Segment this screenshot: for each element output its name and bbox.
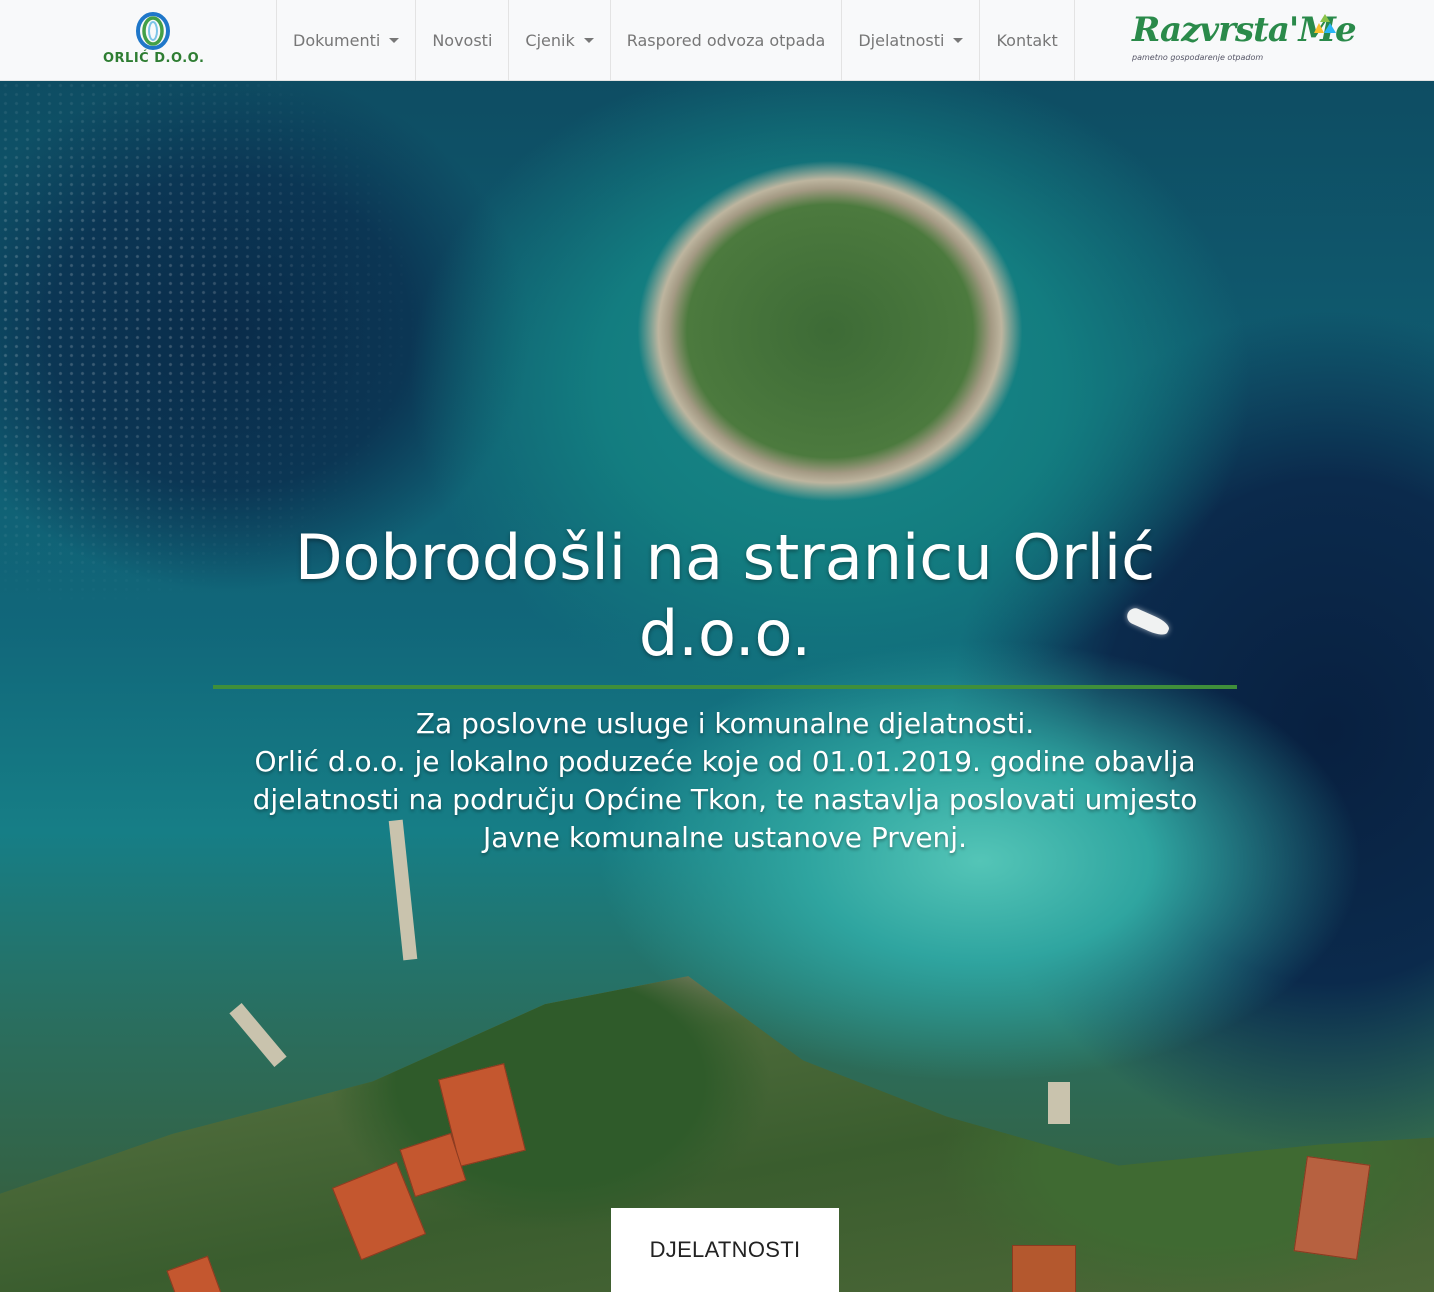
djelatnosti-button[interactable]: DJELATNOSTI [611,1208,839,1292]
hero-background-roof [1293,1156,1371,1260]
nav-item-cjenik[interactable]: Cjenik [508,0,609,80]
hero-subtitle-line-2: Orlić d.o.o. je lokalno poduzeće koje od… [252,745,1198,854]
orlic-logo-icon [136,12,170,50]
nav-item-label: Cjenik [525,30,575,50]
nav-item-label: Djelatnosti [858,30,945,50]
nav-item-label: Raspored odvoza otpada [626,30,826,50]
nav-item-kontakt[interactable]: Kontakt [979,0,1075,80]
nav-item-djelatnosti[interactable]: Djelatnosti [841,0,979,80]
top-navbar: ORLIĆ D.O.O. Dokumenti Novosti Cjenik Ra… [0,0,1434,81]
recycle-icon [1314,14,1336,33]
hero-background-roof [1012,1245,1076,1292]
brand-name: ORLIĆ D.O.O. [103,51,205,66]
nav-item-label: Dokumenti [293,30,381,50]
hero-divider [213,685,1237,689]
nav-item-label: Novosti [432,30,493,50]
caret-down-icon [953,37,964,43]
nav-item-dokumenti[interactable]: Dokumenti [276,0,415,80]
hero-subtitle: Za poslovne usluge i komunalne djelatnos… [250,705,1200,857]
brand-logo-link[interactable]: ORLIĆ D.O.O. [0,0,276,80]
razvrstame-logo-link[interactable]: Razvrsta'Me pametno gospodarenje otpadom [1128,10,1357,70]
partner-tagline: pametno gospodarenje otpadom [1132,53,1264,62]
hero-background-pier [1048,1082,1070,1124]
main-nav: Dokumenti Novosti Cjenik Raspored odvoza… [276,0,1075,80]
hero-subtitle-line-1: Za poslovne usluge i komunalne djelatnos… [415,707,1035,740]
nav-item-raspored[interactable]: Raspored odvoza otpada [609,0,842,80]
caret-down-icon [389,37,400,43]
nav-item-novosti[interactable]: Novosti [415,0,508,80]
nav-item-label: Kontakt [996,30,1058,50]
caret-down-icon [583,37,594,43]
hero-title: Dobrodošli na stranicu Orlić d.o.o. [294,521,1156,670]
